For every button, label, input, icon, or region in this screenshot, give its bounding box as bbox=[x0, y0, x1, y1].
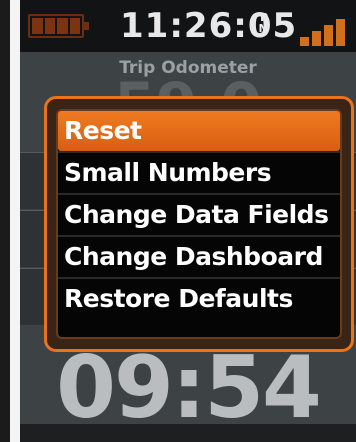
device-screen: 11:26:05 P M Trip Odometer 59.0 09:54 Re… bbox=[20, 0, 356, 442]
signal-strength-icon bbox=[300, 14, 352, 46]
bottom-data-value: 09:54 bbox=[56, 338, 322, 438]
menu-item-small-numbers[interactable]: Small Numbers bbox=[58, 151, 340, 193]
left-border bbox=[0, 0, 10, 442]
bottom-bar bbox=[20, 424, 356, 442]
menu-item-label: Change Data Fields bbox=[64, 200, 329, 229]
menu-item-label: Small Numbers bbox=[64, 158, 272, 187]
menu-item-change-data-fields[interactable]: Change Data Fields bbox=[58, 193, 340, 235]
menu-item-label: Reset bbox=[64, 116, 142, 145]
menu-item-reset[interactable]: Reset bbox=[58, 111, 340, 151]
menu-panel: Reset Small Numbers Change Data Fields C… bbox=[56, 109, 342, 339]
menu-item-change-dashboard[interactable]: Change Dashboard bbox=[58, 235, 340, 277]
am-pm-indicator: P M bbox=[258, 11, 270, 35]
status-bar: 11:26:05 P M bbox=[20, 0, 356, 52]
battery-icon bbox=[28, 14, 89, 38]
options-menu: Reset Small Numbers Change Data Fields C… bbox=[44, 96, 354, 352]
menu-item-label: Change Dashboard bbox=[64, 242, 323, 271]
menu-list: Reset Small Numbers Change Data Fields C… bbox=[58, 111, 340, 319]
menu-item-restore-defaults[interactable]: Restore Defaults bbox=[58, 277, 340, 319]
menu-item-label: Restore Defaults bbox=[64, 284, 293, 313]
